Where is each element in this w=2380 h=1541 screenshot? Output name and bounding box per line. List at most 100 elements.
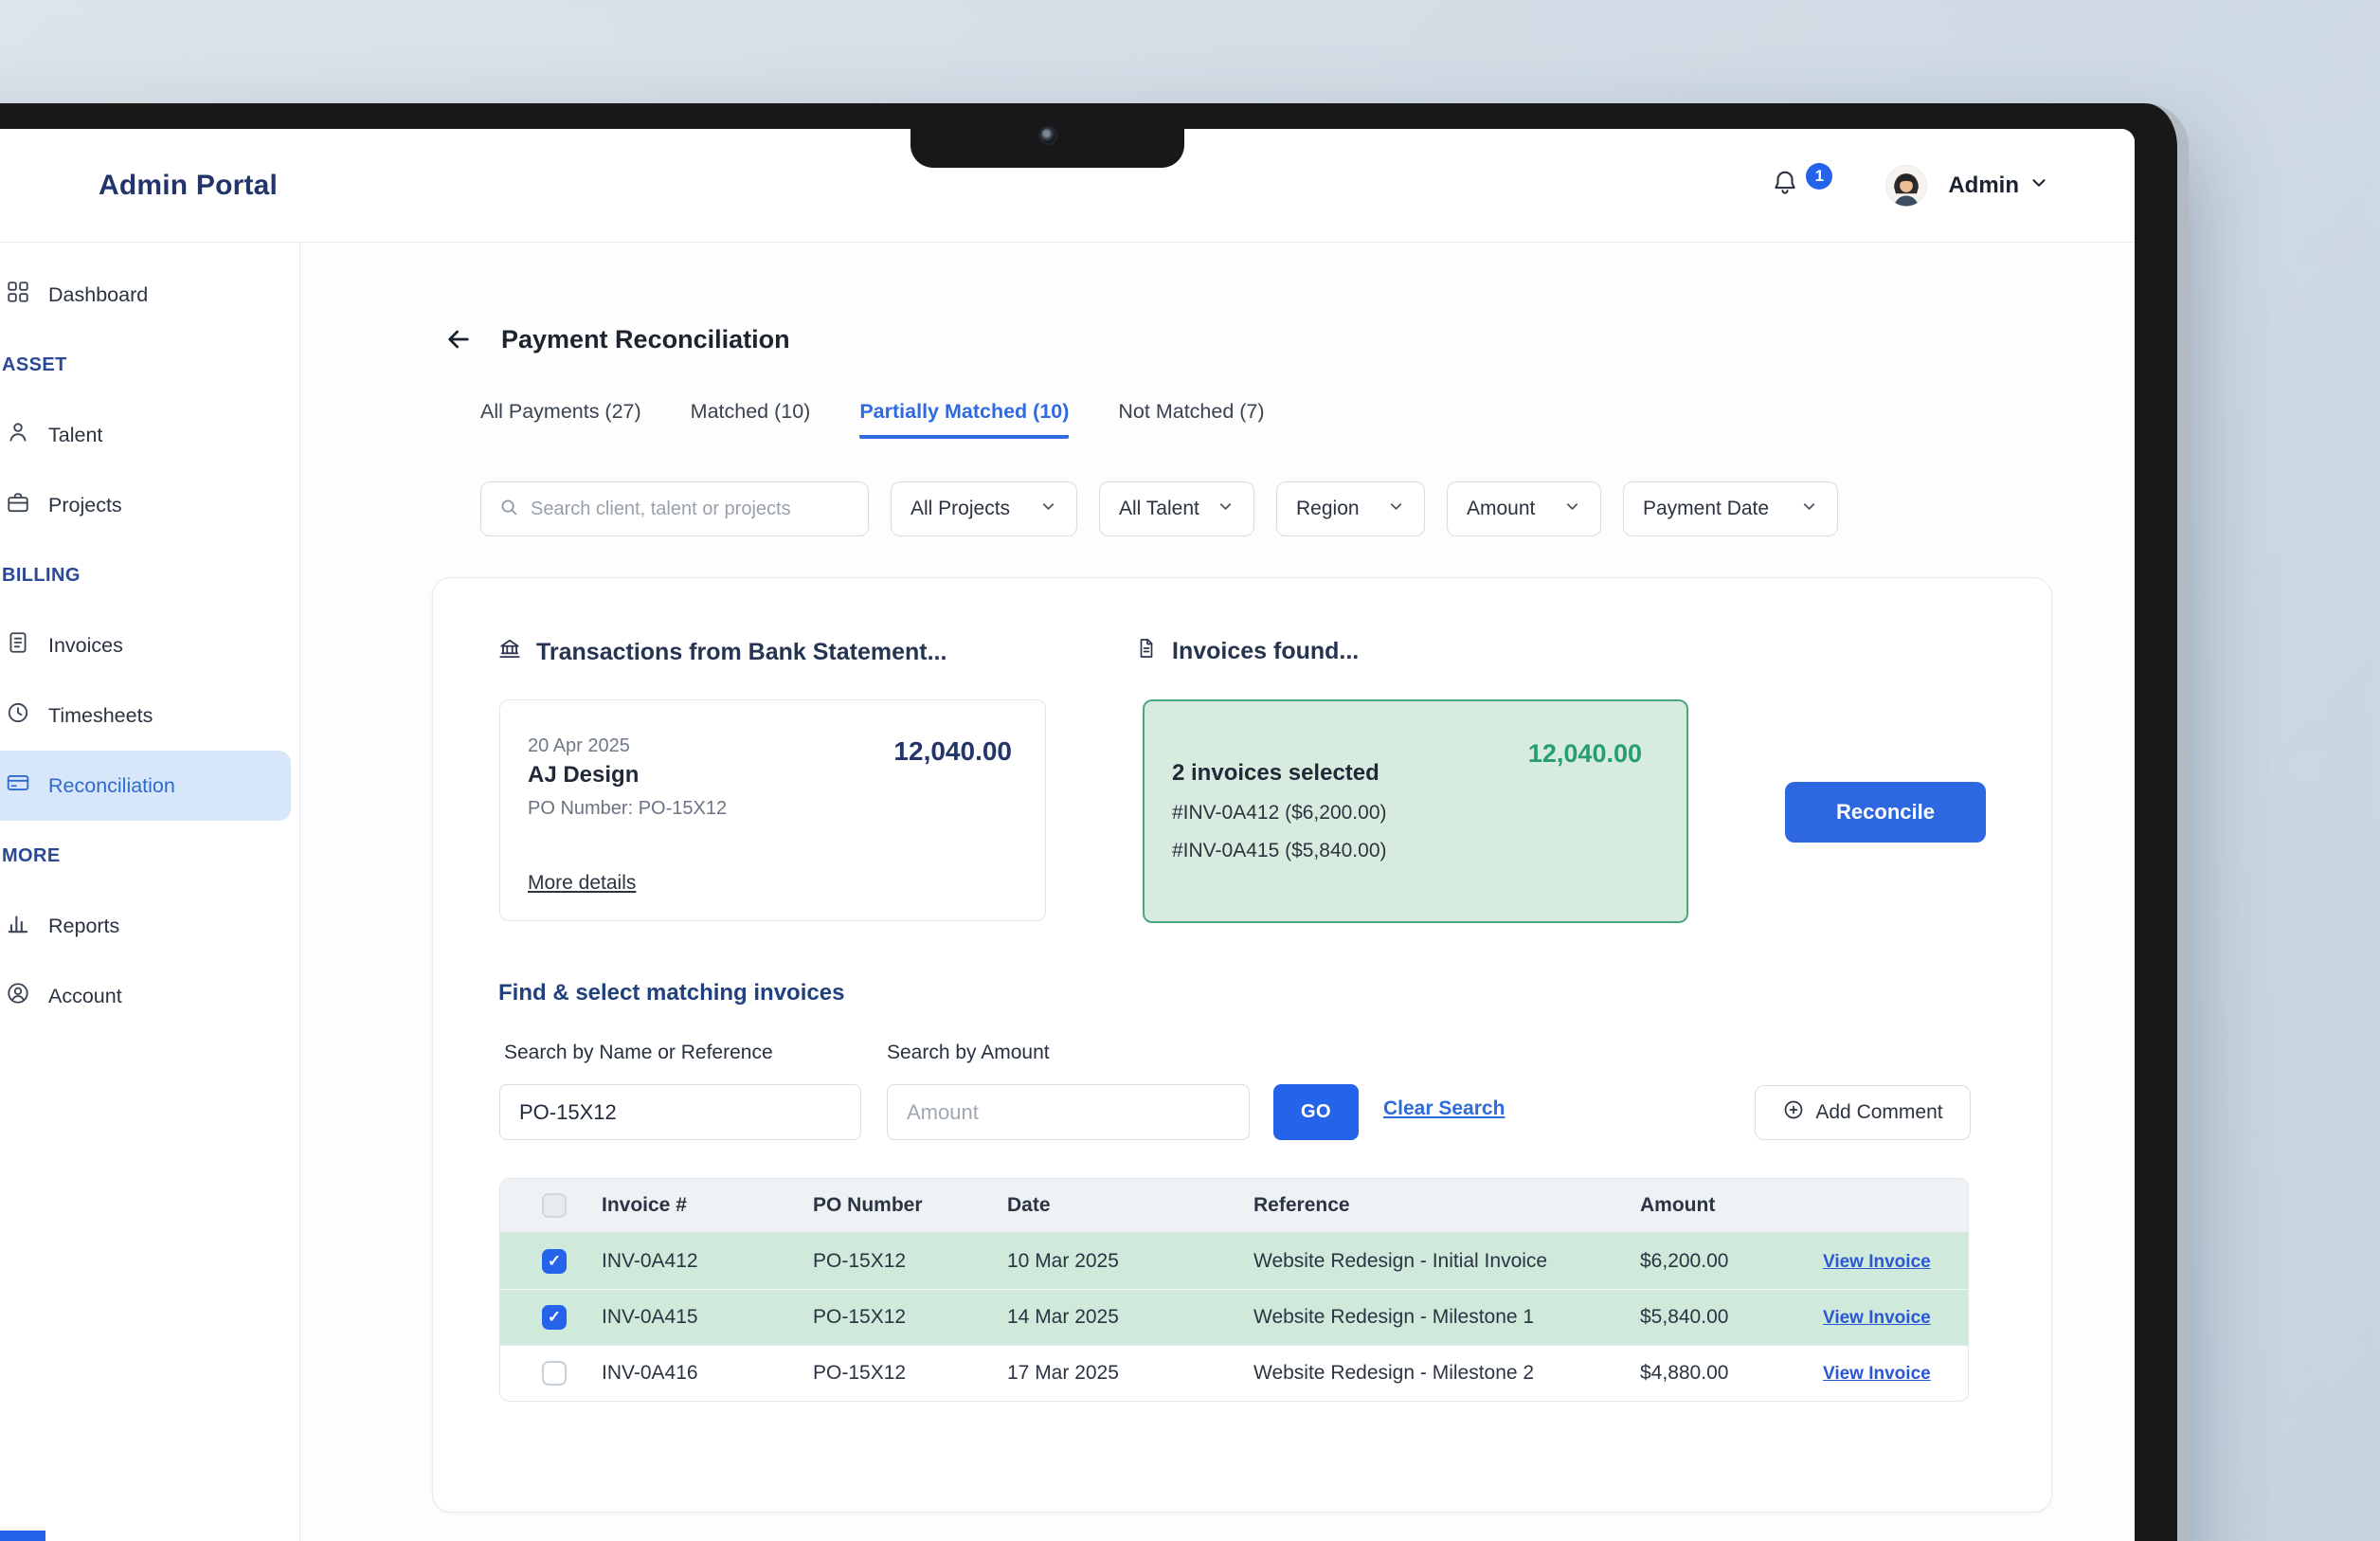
col-reference: Reference <box>1253 1194 1350 1216</box>
bank-transaction-card: 20 Apr 2025 AJ Design PO Number: PO-15X1… <box>499 699 1046 921</box>
cell-invoice: INV-0A415 <box>602 1306 698 1328</box>
back-button[interactable] <box>441 321 477 357</box>
name-reference-input[interactable] <box>499 1084 861 1140</box>
tab-partially-matched[interactable]: Partially Matched (10) <box>859 400 1070 439</box>
cell-date: 14 Mar 2025 <box>1007 1306 1119 1328</box>
col-po: PO Number <box>813 1194 923 1216</box>
cell-invoice: INV-0A416 <box>602 1362 698 1384</box>
sidebar-section-more: MORE <box>2 844 61 866</box>
row-checkbox[interactable] <box>542 1361 567 1386</box>
cell-reference: Website Redesign - Initial Invoice <box>1253 1249 1548 1272</box>
more-details-link[interactable]: More details <box>528 872 636 895</box>
notifications-button[interactable]: 1 <box>1771 163 1833 202</box>
sidebar-item-label: Reports <box>48 914 120 937</box>
sidebar-item-projects[interactable]: Projects <box>0 470 299 540</box>
main-content: Payment Reconciliation All Payments (27)… <box>300 243 2135 1541</box>
bottom-left-accent <box>0 1531 45 1541</box>
tabs: All Payments (27) Matched (10) Partially… <box>480 400 1265 439</box>
sidebar-section-asset: ASSET <box>2 354 67 375</box>
selection-title: 2 invoices selected <box>1172 760 1379 786</box>
cell-po: PO-15X12 <box>813 1306 907 1328</box>
cell-po: PO-15X12 <box>813 1362 907 1384</box>
chevron-down-icon <box>1030 498 1057 521</box>
transaction-client: AJ Design <box>528 762 640 788</box>
filter-amount[interactable]: Amount <box>1447 481 1601 536</box>
plus-circle-icon <box>1782 1098 1805 1127</box>
laptop-notch <box>911 103 1184 168</box>
selected-invoice-2: #INV-0A415 ($5,840.00) <box>1172 840 1387 861</box>
invoices-table: Invoice # PO Number Date Reference Amoun… <box>499 1178 1969 1402</box>
sidebar-item-timesheets[interactable]: Timesheets <box>0 680 299 751</box>
add-comment-button[interactable]: Add Comment <box>1755 1085 1971 1140</box>
sidebar-item-label: Projects <box>48 493 122 517</box>
search-icon <box>498 497 519 522</box>
col-invoice: Invoice # <box>602 1194 687 1216</box>
chevron-down-icon <box>1554 498 1581 521</box>
sidebar-item-label: Account <box>48 984 122 1007</box>
bell-icon <box>1771 169 1799 202</box>
clock-icon <box>6 700 30 731</box>
sidebar-item-talent[interactable]: Talent <box>0 400 299 470</box>
sidebar-item-label: Timesheets <box>48 703 153 727</box>
search-amount-label: Search by Amount <box>887 1042 1050 1063</box>
chevron-down-icon <box>1791 498 1818 521</box>
view-invoice-link[interactable]: View Invoice <box>1823 1364 1931 1384</box>
view-invoice-link[interactable]: View Invoice <box>1823 1308 1931 1328</box>
col-date: Date <box>1007 1194 1051 1216</box>
sidebar-item-reconciliation[interactable]: Reconciliation <box>0 751 291 821</box>
transaction-amount: 12,040.00 <box>893 736 1012 766</box>
filter-all-talent[interactable]: All Talent <box>1099 481 1254 536</box>
finder-title: Find & select matching invoices <box>498 980 845 1006</box>
sidebar: Dashboard ASSET Talent Projects BILLING … <box>0 243 300 1541</box>
webcam-icon <box>1037 126 1057 145</box>
filter-all-projects[interactable]: All Projects <box>891 481 1077 536</box>
sidebar-item-reports[interactable]: Reports <box>0 891 299 961</box>
invoices-found-heading: Invoices found... <box>1135 637 1359 666</box>
sidebar-section-billing: BILLING <box>2 564 81 586</box>
reconciliation-card: Transactions from Bank Statement... Invo… <box>432 577 2052 1513</box>
bank-statement-heading: Transactions from Bank Statement... <box>497 637 947 668</box>
cell-po: PO-15X12 <box>813 1249 907 1272</box>
chevron-down-icon <box>1207 498 1235 521</box>
bar-chart-icon <box>6 911 30 941</box>
selection-amount: 12,040.00 <box>1527 739 1642 768</box>
sidebar-item-invoices[interactable]: Invoices <box>0 610 299 680</box>
chevron-down-icon <box>1378 498 1405 521</box>
amount-input[interactable] <box>887 1084 1250 1140</box>
table-header-row: Invoice # PO Number Date Reference Amoun… <box>500 1179 1968 1233</box>
search-box[interactable] <box>480 481 869 536</box>
clear-search-link[interactable]: Clear Search <box>1383 1097 1505 1120</box>
table-row: INV-0A415 PO-15X12 14 Mar 2025 Website R… <box>500 1289 1968 1345</box>
card-icon <box>6 770 30 801</box>
view-invoice-link[interactable]: View Invoice <box>1823 1252 1931 1272</box>
person-icon <box>6 420 30 450</box>
table-row: INV-0A412 PO-15X12 10 Mar 2025 Website R… <box>500 1233 1968 1289</box>
tab-not-matched[interactable]: Not Matched (7) <box>1118 400 1264 439</box>
tab-all-payments[interactable]: All Payments (27) <box>480 400 641 439</box>
filter-payment-date[interactable]: Payment Date <box>1623 481 1838 536</box>
filter-region[interactable]: Region <box>1276 481 1425 536</box>
avatar[interactable] <box>1885 164 1928 207</box>
row-checkbox[interactable] <box>542 1248 567 1274</box>
invoice-icon <box>6 630 30 661</box>
cell-reference: Website Redesign - Milestone 2 <box>1253 1362 1535 1384</box>
notification-badge: 1 <box>1806 163 1833 190</box>
page-title: Payment Reconciliation <box>501 324 790 354</box>
go-button[interactable]: GO <box>1273 1084 1359 1140</box>
briefcase-icon <box>6 490 30 520</box>
row-checkbox[interactable] <box>542 1305 567 1330</box>
filter-row: All Projects All Talent Region Amount <box>480 481 1838 536</box>
cell-amount: $6,200.00 <box>1640 1249 1729 1272</box>
search-input[interactable] <box>531 498 851 520</box>
cell-reference: Website Redesign - Milestone 1 <box>1253 1306 1535 1328</box>
user-menu[interactable]: Admin <box>1948 172 2049 199</box>
screen: Admin Portal 1 Admin Dashboard ASSET Tal… <box>0 129 2135 1541</box>
select-all-checkbox[interactable] <box>542 1193 567 1218</box>
user-name: Admin <box>1948 172 2019 198</box>
tab-matched[interactable]: Matched (10) <box>691 400 811 439</box>
sidebar-item-account[interactable]: Account <box>0 961 299 1031</box>
app-title: Admin Portal <box>99 169 279 201</box>
sidebar-item-dashboard[interactable]: Dashboard <box>0 260 299 330</box>
laptop-frame: Admin Portal 1 Admin Dashboard ASSET Tal… <box>0 103 2189 1541</box>
reconcile-button[interactable]: Reconcile <box>1785 782 1986 843</box>
